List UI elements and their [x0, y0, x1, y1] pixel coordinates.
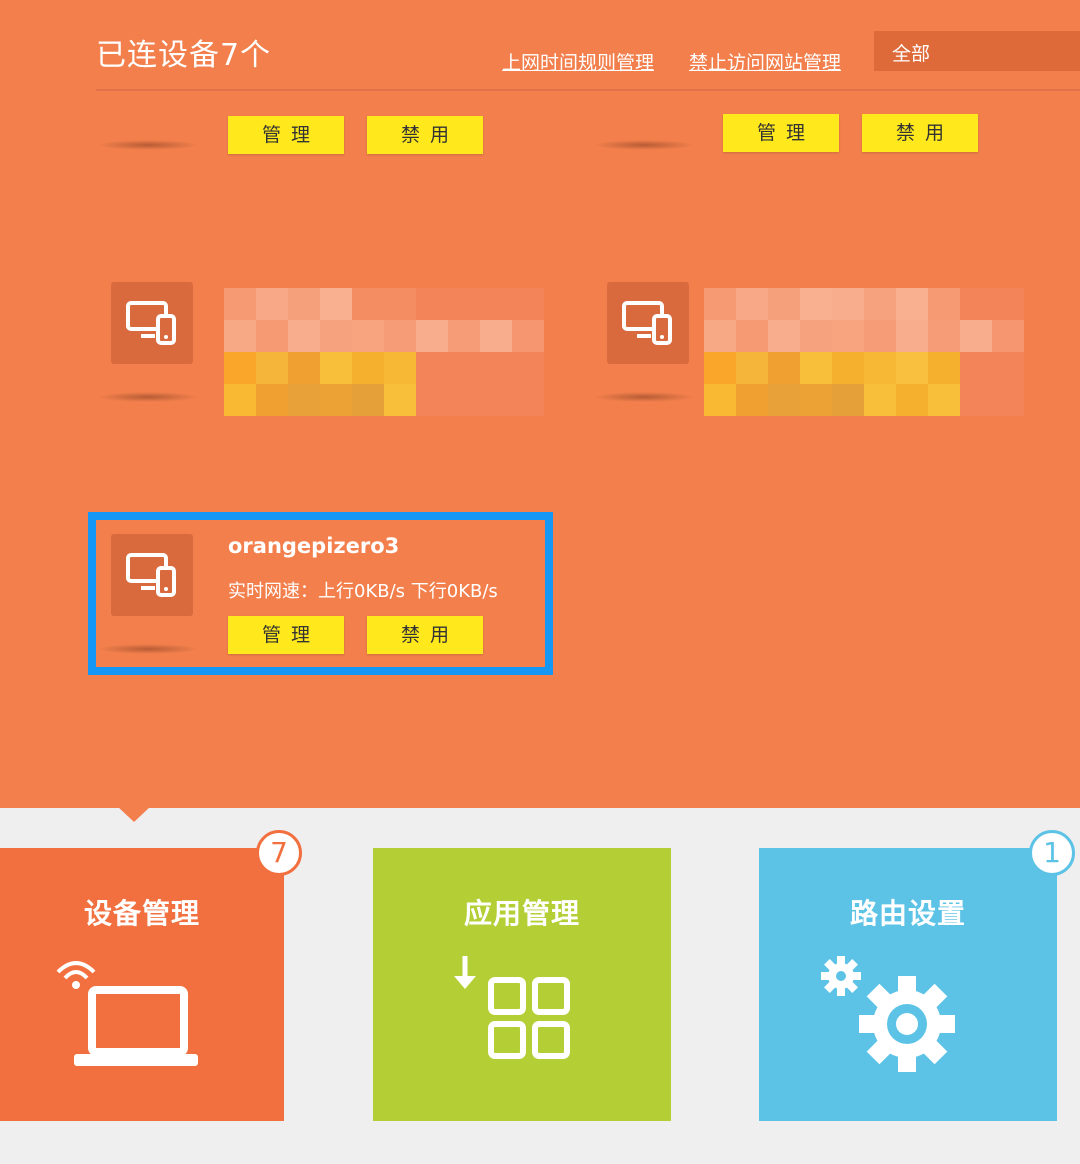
header-divider	[96, 89, 1080, 91]
device-shadow	[594, 392, 694, 402]
manage-button[interactable]: 管理	[228, 116, 344, 154]
laptop-wifi-icon	[56, 961, 198, 1066]
nav-tile-router-settings[interactable]: 路由设置	[759, 848, 1057, 1121]
nav-tile-label: 设备管理	[83, 897, 200, 930]
manage-button[interactable]: 管理	[723, 114, 839, 152]
device-highlight-box	[88, 512, 553, 675]
disable-button[interactable]: 禁用	[862, 114, 978, 152]
nav-tile-label: 应用管理	[463, 897, 580, 930]
device-icon	[607, 282, 689, 364]
gears-icon	[821, 956, 955, 1072]
apps-download-icon	[454, 956, 570, 1059]
device-filter-select[interactable]: 全部	[874, 31, 1080, 71]
page-title: 已连设备7个	[96, 38, 272, 73]
device-shadow	[594, 140, 694, 150]
nav-tile-app-management[interactable]: 应用管理	[373, 848, 671, 1121]
device-count-badge: 7	[256, 830, 302, 876]
nav-tile-device-management[interactable]: 设备管理	[0, 848, 284, 1121]
block-sites-link[interactable]: 禁止访问网站管理	[689, 48, 841, 75]
nav-tile-label: 路由设置	[849, 897, 966, 930]
connected-devices-panel: 已连设备7个 上网时间规则管理 禁止访问网站管理 全部 管理 禁用 管理 禁用 …	[0, 0, 1080, 808]
settings-count-badge: 1	[1029, 830, 1075, 876]
device-icon	[111, 282, 193, 364]
redacted-device-info	[224, 288, 544, 416]
disable-button[interactable]: 禁用	[367, 116, 483, 154]
schedule-rules-link[interactable]: 上网时间规则管理	[502, 48, 654, 75]
active-tab-pointer	[117, 806, 151, 822]
device-shadow	[98, 140, 198, 150]
redacted-device-info	[704, 288, 1024, 416]
device-shadow	[98, 392, 198, 402]
